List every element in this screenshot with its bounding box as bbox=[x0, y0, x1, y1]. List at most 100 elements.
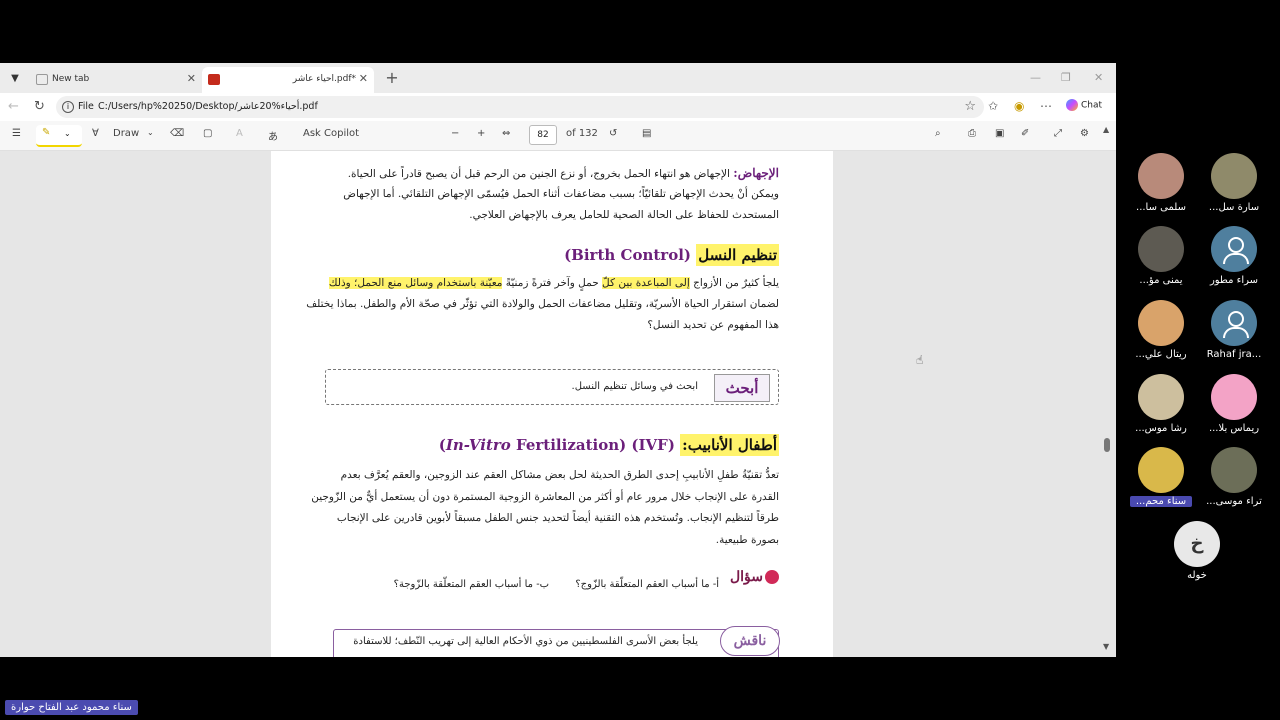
tab-title: New tab bbox=[52, 74, 90, 84]
participant-tile[interactable]: يمنى مؤ... bbox=[1130, 226, 1192, 286]
translate-icon[interactable]: あ bbox=[268, 128, 278, 143]
draw-icon[interactable]: ∀ bbox=[92, 128, 99, 139]
participant-tile[interactable]: ريماس بلا... bbox=[1203, 374, 1265, 434]
participant-tile[interactable]: سارة سل... bbox=[1203, 153, 1265, 213]
tab-pdf[interactable]: أحياء عاشر.pdf* ✕ bbox=[202, 67, 374, 93]
birth-control-heading: تنظيم النسل (Birth Control) bbox=[564, 244, 779, 266]
ask-copilot-button[interactable]: Ask Copilot bbox=[303, 128, 359, 139]
avatar-letter: خ bbox=[1174, 521, 1220, 567]
eraser-icon[interactable]: ⌫ bbox=[170, 128, 184, 139]
pdf-page: الإجهاض: الإجهاض هو انتهاء الحمل بخروج، … bbox=[271, 151, 833, 657]
question-label: سؤال bbox=[729, 569, 763, 585]
text-line: القدرة على الإنجاب خلال مرور عام أو أكثر… bbox=[311, 491, 779, 503]
avatar bbox=[1211, 447, 1257, 493]
tab-new-tab[interactable]: New tab ✕ bbox=[30, 67, 202, 93]
maximize-icon[interactable]: ❐ bbox=[1061, 71, 1071, 84]
question-badge: سؤال bbox=[730, 569, 779, 585]
page-number-input[interactable]: 82 bbox=[529, 125, 557, 145]
participant-name: خوله bbox=[1187, 570, 1207, 581]
discuss-box: ناقش يلجأ بعض الأسرى الفلسطينيين من ذوي … bbox=[333, 626, 780, 657]
chat-button[interactable]: Chat bbox=[1066, 99, 1102, 111]
question-a: أ- ما أسباب العقم المتعلّقة بالزّوج؟ bbox=[575, 579, 719, 590]
text-line: ويمكن أنْ يحدث الإجهاض تلقائيّاً؛ بسبب م… bbox=[343, 188, 779, 200]
research-text: ابحث في وسائل تنظيم النسل. bbox=[571, 381, 698, 392]
participant-name: ريتال علي... bbox=[1135, 349, 1187, 360]
contents-icon[interactable]: ☰ bbox=[12, 128, 21, 139]
text-line: لضمان استقرار الحياة الأسريّة، وتقليل مض… bbox=[306, 298, 779, 310]
draw-label[interactable]: Draw bbox=[113, 128, 139, 139]
close-icon[interactable]: ✕ bbox=[187, 72, 196, 85]
participant-tile[interactable]: سناء محم... bbox=[1130, 447, 1192, 507]
pdf-toolbar: ☰ ✎ ⌄ ∀ Draw ⌄ ⌫ ▢ A あ Ask Copilot − + ⇔… bbox=[0, 121, 1116, 151]
new-tab-button[interactable]: + bbox=[382, 68, 402, 88]
highlight-button[interactable]: ✎ ⌄ bbox=[36, 125, 82, 147]
participant-name: سارة سل... bbox=[1208, 202, 1260, 213]
scroll-down-icon[interactable]: ▼ bbox=[1103, 642, 1109, 651]
participant-tile[interactable]: ريتال علي... bbox=[1130, 300, 1192, 360]
more-icon[interactable]: ⋯ bbox=[1040, 99, 1052, 113]
participant-name: رشا موس... bbox=[1135, 423, 1187, 434]
participant-name: Rahaf jra... bbox=[1206, 349, 1262, 360]
participant-tile[interactable]: Rahaf jra... bbox=[1203, 300, 1265, 360]
text-line: بصورة طبيعية. bbox=[715, 534, 779, 546]
refresh-icon[interactable]: ↻ bbox=[34, 99, 45, 114]
participant-tile[interactable]: سراء مطور bbox=[1203, 226, 1265, 286]
heading-rest: Fertilization) (IVF) bbox=[516, 436, 675, 454]
pdf-icon bbox=[208, 74, 220, 85]
participant-tile[interactable]: خ خوله bbox=[1166, 521, 1228, 581]
search-icon[interactable]: ⌕ bbox=[935, 128, 941, 139]
chevron-down-icon[interactable]: ⌄ bbox=[147, 128, 154, 137]
participant-tile[interactable]: سلمى سا... bbox=[1130, 153, 1192, 213]
close-icon[interactable]: ✕ bbox=[359, 72, 368, 85]
participant-tile[interactable]: رشا موس... bbox=[1130, 374, 1192, 434]
tab-bar: ▼ New tab ✕ أحياء عاشر.pdf* ✕ + — ❐ ✕ bbox=[0, 63, 1116, 93]
close-window-icon[interactable]: ✕ bbox=[1094, 71, 1103, 84]
url-field[interactable]: i File C:/Users/hp%20250/Desktop/أحياء%2… bbox=[56, 96, 984, 118]
participant-name: سلمى سا... bbox=[1136, 202, 1186, 213]
tab-title: أحياء عاشر.pdf* bbox=[292, 74, 356, 84]
url-text[interactable]: C:/Users/hp%20250/Desktop/أحياء%20عاشر.p… bbox=[98, 101, 318, 112]
participant-name: ريماس بلا... bbox=[1208, 423, 1260, 434]
print-icon[interactable]: ⎙ bbox=[968, 128, 976, 139]
zoom-in-icon[interactable]: + bbox=[477, 128, 485, 139]
scroll-up-icon[interactable]: ▲ bbox=[1103, 125, 1109, 134]
fullscreen-icon[interactable]: ⤢ bbox=[1054, 128, 1062, 139]
text-box-icon[interactable]: ▢ bbox=[203, 128, 212, 139]
pdf-viewer[interactable]: الإجهاض: الإجهاض هو انتهاء الحمل بخروج، … bbox=[0, 151, 1116, 657]
research-badge: أبحث bbox=[714, 374, 770, 402]
fit-page-icon[interactable]: ⇔ bbox=[502, 128, 510, 139]
settings-gear-icon[interactable]: ⚙ bbox=[1080, 128, 1089, 139]
scrollbar-thumb[interactable] bbox=[1104, 438, 1110, 452]
text-line: طرقاً لتنظيم الإنجاب. وتُستخدم هذه التقن… bbox=[336, 512, 779, 524]
read-aloud-icon: A bbox=[236, 128, 243, 139]
participant-name: سراء مطور bbox=[1209, 275, 1259, 286]
participant-name: سناء محم... bbox=[1130, 496, 1192, 507]
tab-list-chevron-icon[interactable]: ▼ bbox=[6, 70, 24, 88]
rotate-icon[interactable]: ↺ bbox=[609, 128, 617, 139]
paren: ( bbox=[438, 436, 446, 454]
question-icon bbox=[765, 570, 779, 584]
info-icon[interactable]: i bbox=[62, 101, 74, 113]
avatar bbox=[1138, 447, 1184, 493]
back-arrow-icon[interactable]: ← bbox=[8, 99, 19, 114]
minimize-icon[interactable]: — bbox=[1030, 71, 1041, 84]
favorite-star-icon[interactable]: ☆ bbox=[964, 99, 976, 114]
save-icon[interactable]: ▣ bbox=[995, 128, 1004, 139]
ivf-heading: أطفال الأنابيب: (In-Vitro Fertilization)… bbox=[439, 434, 779, 456]
page-view-icon[interactable]: ▤ bbox=[642, 128, 651, 139]
heading-english: (In-Vitro Fertilization) (IVF) bbox=[439, 436, 675, 454]
abortion-heading: الإجهاض: bbox=[733, 166, 779, 180]
save-as-icon[interactable]: ✐ bbox=[1021, 128, 1029, 139]
heading-arabic: أطفال الأنابيب: bbox=[680, 434, 779, 456]
chevron-down-icon[interactable]: ⌄ bbox=[64, 129, 71, 138]
favorites-icon[interactable]: ✩ bbox=[988, 99, 998, 113]
heading-italic: In-Vitro bbox=[445, 436, 511, 454]
text-span: يلجأ كثيرٌ من الأزواج bbox=[689, 277, 779, 289]
text-line: الإجهاض: الإجهاض هو انتهاء الحمل بخروج، … bbox=[348, 166, 779, 180]
participant-name: يمنى مؤ... bbox=[1139, 275, 1183, 286]
avatar bbox=[1211, 153, 1257, 199]
zoom-out-icon[interactable]: − bbox=[451, 128, 459, 139]
text-line: يلجأ كثيرٌ من الأزواج إلى المباعدة بين ك… bbox=[328, 277, 779, 289]
extension-icon[interactable]: ◉ bbox=[1014, 99, 1024, 113]
participant-tile[interactable]: تراء موسى... bbox=[1203, 447, 1265, 507]
